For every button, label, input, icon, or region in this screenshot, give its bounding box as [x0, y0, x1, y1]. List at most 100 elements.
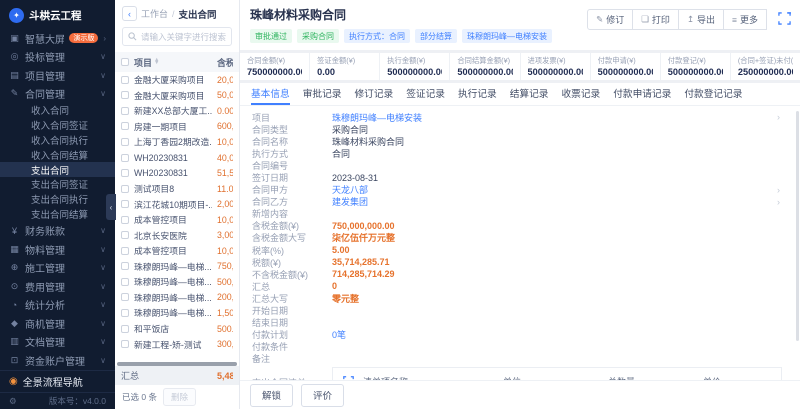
tab[interactable]: 基本信息 [251, 83, 290, 105]
row-checkbox[interactable] [121, 340, 129, 348]
breadcrumb-root[interactable]: 工作台 [141, 7, 168, 20]
footer-button[interactable]: 解锁 [250, 384, 293, 407]
row-checkbox[interactable] [121, 200, 129, 208]
column-header-project[interactable]: 项目 ▲▼ [134, 56, 212, 69]
sidebar-item[interactable]: ▦ 物料管理 ∨ [0, 240, 115, 259]
sidebar-item[interactable]: ▥ 文档管理 ∨ [0, 332, 115, 351]
sidebar-item[interactable]: ¥ 财务账款 ∨ [0, 221, 115, 240]
list-item[interactable]: 珠穆朗玛峰—电梯... 750,000,0 [115, 259, 239, 275]
gear-icon[interactable]: ⚙ [9, 396, 17, 407]
sidebar-item-icon: ¥ [9, 226, 20, 236]
list-item[interactable]: 滨江花城10期项目-... 2,000.00 [115, 196, 239, 212]
row-checkbox[interactable] [121, 107, 129, 115]
list-item[interactable]: WH20230831 51,500.00 [115, 165, 239, 181]
selected-count: 已选 0 条 [122, 391, 157, 403]
action-button[interactable]: ↥ 导出 [678, 9, 724, 30]
sidebar-item-flow-navigation[interactable]: ◉ 全景流程导航 [0, 371, 115, 392]
tab[interactable]: 修订记录 [355, 83, 394, 105]
sidebar-item[interactable]: ⊡ 资金账户管理 ∨ [0, 351, 115, 370]
sidebar-item[interactable]: 支出合同执行 [0, 192, 115, 207]
row-checkbox[interactable] [121, 138, 129, 146]
row-checkbox[interactable] [121, 247, 129, 255]
chevron-right-icon[interactable]: › [777, 185, 780, 195]
sidebar-item[interactable]: ◎ 投标管理 ∨ [0, 48, 115, 67]
sidebar-item[interactable]: ▤ 项目管理 ∨ [0, 66, 115, 85]
sidebar-item[interactable]: 支出合同结算 [0, 207, 115, 222]
sidebar-item[interactable]: ✎ 合同管理 ∨ [0, 85, 115, 104]
chevron-right-icon[interactable]: › [777, 197, 780, 207]
row-checkbox[interactable] [121, 91, 129, 99]
action-button[interactable]: ≡ 更多 [723, 9, 767, 30]
vertical-scrollbar[interactable] [796, 111, 799, 341]
row-checkbox[interactable] [121, 154, 129, 162]
sidebar-nav: ▣ 智慧大屏 演示版 › ◎ 投标管理 ∨ ▤ 项目管理 ∨ ✎ 合同管理 [0, 29, 115, 370]
tab[interactable]: 付款登记记录 [684, 83, 742, 105]
tab[interactable]: 结算记录 [510, 83, 549, 105]
sidebar-item-icon: ◔ [9, 300, 20, 310]
list-item[interactable]: 珠穆朗玛峰—电梯... 1,500,000 [115, 305, 239, 321]
footer-button[interactable]: 评价 [301, 384, 344, 407]
list-item[interactable]: WH20230831 40,000.00 [115, 150, 239, 166]
list-item[interactable]: 测试项目8 11.00 [115, 181, 239, 197]
list-item[interactable]: 珠穆朗玛峰—电梯... 500,000,0 [115, 274, 239, 290]
row-amount: 750,000,0 [217, 261, 233, 271]
sidebar-item[interactable]: ▣ 智慧大屏 演示版 › [0, 29, 115, 48]
tab[interactable]: 付款申请记录 [613, 83, 671, 105]
app-name: 斗栱云工程 [29, 8, 82, 23]
row-checkbox[interactable] [121, 309, 129, 317]
list-item[interactable]: 新建工程-矫-测试 300,000.0 [115, 336, 239, 352]
row-amount: 500.00 [217, 324, 233, 334]
row-checkbox[interactable] [121, 293, 129, 301]
row-checkbox[interactable] [121, 278, 129, 286]
list-item[interactable]: 珠穆朗玛峰—电梯... 200,000,0 [115, 290, 239, 306]
row-checkbox[interactable] [121, 122, 129, 130]
fullscreen-icon[interactable] [778, 12, 791, 25]
sidebar-item[interactable]: 收入合同签证 [0, 118, 115, 133]
sidebar-item[interactable]: ⊙ 费用管理 ∨ [0, 277, 115, 296]
list-item[interactable]: 金融大厦采购项目 20,000.00 [115, 72, 239, 88]
sidebar-item[interactable]: ⊕ 施工管理 ∨ [0, 258, 115, 277]
search-input[interactable]: 请输入关键字进行搜索 [122, 27, 232, 46]
sidebar-item[interactable]: 收入合同执行 [0, 133, 115, 148]
list-item[interactable]: 金融大厦采购项目 50,000.00 [115, 88, 239, 104]
list-item[interactable]: 成本管控项目 10,000.00 [115, 212, 239, 228]
action-button[interactable]: ✎ 修订 [587, 9, 633, 30]
row-checkbox[interactable] [121, 76, 129, 84]
back-button[interactable]: ‹ [122, 6, 137, 21]
list-item[interactable]: 上海丁香园2期改造... 10,000.00 [115, 134, 239, 150]
delete-button[interactable]: 删除 [163, 388, 196, 406]
list-item[interactable]: 和平饭店 500.00 [115, 321, 239, 337]
row-project: WH20230831 [134, 153, 212, 163]
list-item[interactable]: 新建XX总部大厦工... 0.00 [115, 103, 239, 119]
row-checkbox[interactable] [121, 185, 129, 193]
field-label: 付款计划 [252, 328, 332, 341]
tab[interactable]: 审批记录 [303, 83, 342, 105]
row-checkbox[interactable] [121, 325, 129, 333]
list-item[interactable]: 北京长安医院 3,000.00 [115, 227, 239, 243]
sort-icon[interactable]: ▲▼ [154, 59, 159, 66]
sidebar-item[interactable]: ◆ 商机管理 ∨ [0, 314, 115, 333]
list-item[interactable]: 房建一期项目 600,000.0 [115, 119, 239, 135]
tab[interactable]: 收票记录 [562, 83, 601, 105]
row-checkbox[interactable] [121, 216, 129, 224]
row-checkbox[interactable] [121, 231, 129, 239]
form-row: 合同编号 [252, 159, 788, 171]
action-button[interactable]: ❏ 打印 [632, 9, 679, 30]
form-row: 结束日期 [252, 317, 788, 329]
sidebar-collapse-handle[interactable]: ‹ [106, 194, 116, 220]
field-value: 采购合同 [332, 123, 368, 136]
sidebar-item[interactable]: 收入合同结算 [0, 147, 115, 162]
select-all-checkbox[interactable] [121, 58, 129, 66]
tab[interactable]: 执行记录 [458, 83, 497, 105]
sidebar-item[interactable]: ◔ 统计分析 ∨ [0, 295, 115, 314]
sidebar-item[interactable]: 收入合同 [0, 103, 115, 118]
row-checkbox[interactable] [121, 169, 129, 177]
field-value: 珠峰材料采购合同 [332, 135, 404, 148]
sidebar-item[interactable]: 支出合同签证 [0, 177, 115, 192]
chevron-right-icon[interactable]: › [777, 112, 780, 122]
row-checkbox[interactable] [121, 262, 129, 270]
list-item[interactable]: 成本管控项目 10,001.00 [115, 243, 239, 259]
sidebar-item-label: 支出合同结算 [31, 207, 88, 221]
sidebar-item[interactable]: 支出合同 [0, 162, 115, 177]
tab[interactable]: 签证记录 [406, 83, 445, 105]
